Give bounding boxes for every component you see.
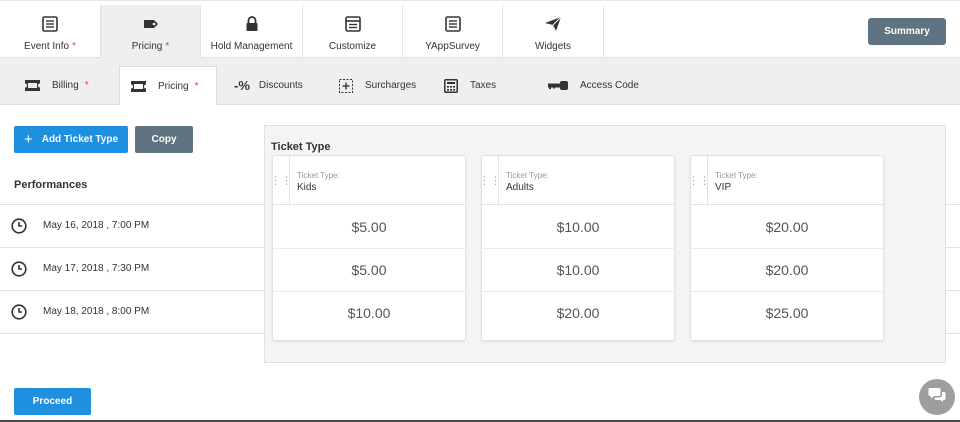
chat-button[interactable] bbox=[919, 379, 955, 415]
tab-label: Hold Management bbox=[210, 41, 293, 52]
subtab-label: Access Code bbox=[580, 80, 639, 91]
drag-handle-icon[interactable]: ⋮⋮ bbox=[270, 156, 292, 205]
price-cell[interactable]: $10.00 bbox=[273, 292, 465, 334]
tab-label: Widgets bbox=[534, 41, 572, 52]
tab-label: Customize bbox=[328, 41, 377, 52]
tab-yappsurvey[interactable]: YAppSurvey bbox=[402, 5, 502, 59]
performances-title: Performances bbox=[14, 179, 88, 191]
ticket-type-header: ⋮⋮ Ticket Type: VIP bbox=[688, 156, 883, 205]
ticket-type-name: Kids bbox=[297, 182, 317, 193]
tab-label: Event Info bbox=[24, 41, 70, 52]
list-icon bbox=[444, 15, 462, 33]
subtab-surcharges[interactable]: Surcharges bbox=[339, 66, 416, 105]
list-icon bbox=[41, 15, 59, 33]
performance-date: May 18, 2018 , 8:00 PM bbox=[43, 306, 150, 317]
ticket-icon bbox=[131, 80, 146, 92]
performance-row[interactable]: May 17, 2018 , 7:30 PM bbox=[0, 248, 260, 290]
matrix-title: Ticket Type bbox=[271, 141, 331, 153]
key-icon bbox=[548, 81, 568, 90]
tab-pricing[interactable]: Pricing * bbox=[100, 5, 200, 59]
ticket-type-header: ⋮⋮ Ticket Type: Adults bbox=[479, 156, 674, 205]
ticket-type-name: Adults bbox=[506, 182, 534, 193]
subtab-pricing[interactable]: Pricing * bbox=[119, 66, 217, 105]
copy-button[interactable]: Copy bbox=[135, 126, 193, 153]
clock-icon bbox=[11, 261, 27, 282]
chat-icon bbox=[928, 387, 946, 408]
clock-icon bbox=[11, 304, 27, 325]
percent-icon: -% bbox=[234, 78, 250, 93]
ticket-type-label: Ticket Type: bbox=[715, 171, 758, 180]
price-cell[interactable]: $10.00 bbox=[482, 206, 674, 248]
price-cell[interactable]: $20.00 bbox=[482, 292, 674, 334]
ticket-type-label: Ticket Type: bbox=[506, 171, 549, 180]
summary-button[interactable]: Summary bbox=[868, 18, 946, 45]
ticket-type-column[interactable]: ⋮⋮ Ticket Type: Kids $5.00 $5.00 $10.00 bbox=[270, 155, 466, 341]
lock-icon bbox=[243, 15, 261, 33]
drag-handle-icon[interactable]: ⋮⋮ bbox=[688, 156, 710, 205]
tag-icon bbox=[142, 15, 160, 33]
performance-date: May 16, 2018 , 7:00 PM bbox=[43, 220, 150, 231]
required-marker: * bbox=[194, 80, 199, 92]
required-marker: * bbox=[165, 41, 170, 52]
tab-hold-management[interactable]: Hold Management bbox=[200, 5, 302, 59]
tab-label: YAppSurvey bbox=[425, 41, 480, 52]
add-ticket-type-button[interactable]: + Add Ticket Type bbox=[14, 126, 128, 153]
ticket-type-column[interactable]: ⋮⋮ Ticket Type: VIP $20.00 $20.00 $25.00 bbox=[688, 155, 884, 341]
subtab-billing[interactable]: Billing * bbox=[25, 66, 89, 105]
calculator-icon bbox=[444, 78, 458, 93]
button-label: Add Ticket Type bbox=[41, 134, 119, 145]
price-cell[interactable]: $5.00 bbox=[273, 249, 465, 291]
subtab-label: Pricing bbox=[158, 80, 189, 92]
price-cell[interactable]: $20.00 bbox=[691, 249, 883, 291]
performance-row[interactable]: May 16, 2018 , 7:00 PM bbox=[0, 205, 260, 247]
price-cell[interactable]: $5.00 bbox=[273, 206, 465, 248]
subtab-access-code[interactable]: Access Code bbox=[548, 66, 639, 105]
sub-nav: Billing * Pricing * -% Discounts Surchar… bbox=[0, 58, 960, 105]
tab-label: Pricing bbox=[131, 41, 163, 52]
required-marker: * bbox=[72, 41, 76, 52]
drag-handle-icon[interactable]: ⋮⋮ bbox=[479, 156, 501, 205]
subtab-taxes[interactable]: Taxes bbox=[444, 66, 496, 105]
ticket-type-column[interactable]: ⋮⋮ Ticket Type: Adults $10.00 $10.00 $20… bbox=[479, 155, 675, 341]
performance-date: May 17, 2018 , 7:30 PM bbox=[43, 263, 150, 274]
send-icon bbox=[544, 15, 562, 33]
subtab-discounts[interactable]: -% Discounts bbox=[234, 66, 303, 105]
proceed-button[interactable]: Proceed bbox=[14, 388, 91, 415]
price-cell[interactable]: $20.00 bbox=[691, 206, 883, 248]
top-nav: Event Info * Pricing * Hold Management Cus… bbox=[0, 0, 960, 59]
price-cell[interactable]: $25.00 bbox=[691, 292, 883, 334]
tab-event-info[interactable]: Event Info * bbox=[0, 5, 100, 59]
ticket-type-header: ⋮⋮ Ticket Type: Kids bbox=[270, 156, 465, 205]
subtab-label: Taxes bbox=[470, 80, 497, 91]
performance-row[interactable]: May 18, 2018 , 8:00 PM bbox=[0, 291, 260, 333]
required-marker: * bbox=[84, 80, 89, 91]
ticket-type-name: VIP bbox=[715, 182, 732, 193]
tab-customize[interactable]: Customize bbox=[302, 5, 402, 59]
ticket-type-label: Ticket Type: bbox=[297, 171, 340, 180]
clock-icon bbox=[11, 218, 27, 239]
subtab-label: Surcharges bbox=[365, 80, 417, 91]
subtab-label: Billing bbox=[52, 80, 79, 91]
plus-icon: + bbox=[23, 131, 33, 148]
ticket-icon bbox=[25, 80, 40, 91]
tab-widgets[interactable]: Widgets bbox=[502, 5, 604, 59]
plus-box-icon bbox=[339, 78, 353, 93]
subtab-label: Discounts bbox=[258, 80, 303, 91]
price-cell[interactable]: $10.00 bbox=[482, 249, 674, 291]
window-icon bbox=[344, 15, 362, 33]
